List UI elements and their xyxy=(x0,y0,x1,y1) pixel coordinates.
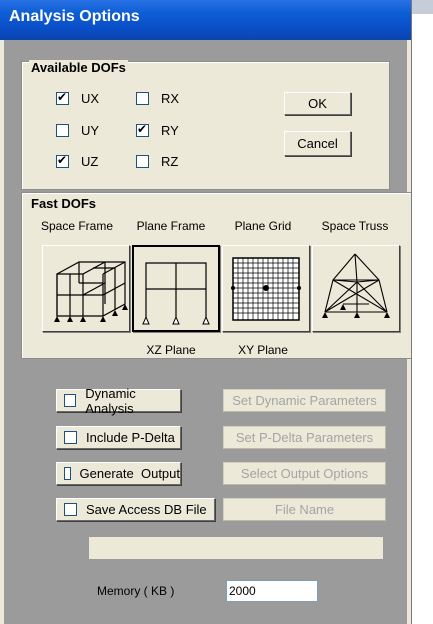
xy-plane-caption: XY Plane xyxy=(238,343,288,357)
dof-uz-checkbox[interactable]: UZ xyxy=(56,153,99,169)
rz-checkbox-box[interactable] xyxy=(136,155,149,168)
ry-checkbox-box[interactable] xyxy=(136,122,149,137)
ux-checkbox-box[interactable] xyxy=(56,90,69,105)
dynamic-analysis-checkbox[interactable]: Dynamic Analysis xyxy=(56,386,181,416)
include-pdelta-checkbox[interactable]: Include P-Delta xyxy=(56,426,181,449)
uz-label: UZ xyxy=(81,154,99,169)
rx-checkbox-box[interactable] xyxy=(136,92,149,105)
memory-label: Memory ( KB ) xyxy=(97,584,175,598)
save-access-db-checkbox[interactable]: Save Access DB File xyxy=(56,498,215,521)
memory-input[interactable]: 2000 xyxy=(226,580,318,602)
fast-dofs-label: Fast DOFs xyxy=(29,196,99,211)
plane-grid-caption: Plane Grid xyxy=(234,219,292,233)
dof-ry-checkbox[interactable]: RY xyxy=(136,122,179,138)
dynamic-analysis-box[interactable] xyxy=(64,394,77,407)
generate-output-checkbox[interactable]: Generate Output xyxy=(56,462,181,485)
plane-grid-button[interactable] xyxy=(222,245,310,332)
set-pdelta-parameters-button[interactable]: Set P-Delta Parameters xyxy=(223,426,386,449)
available-dofs-label: Available DOFs xyxy=(29,60,128,75)
dof-rz-checkbox[interactable]: RZ xyxy=(136,154,178,169)
space-frame-button[interactable] xyxy=(42,245,130,332)
ry-label: RY xyxy=(161,123,179,138)
uz-checkbox-box[interactable] xyxy=(56,153,69,168)
dof-rx-checkbox[interactable]: RX xyxy=(136,91,179,106)
rz-label: RZ xyxy=(161,154,179,169)
ux-label: UX xyxy=(81,91,100,106)
file-name-button[interactable]: File Name xyxy=(223,498,386,521)
dof-ux-checkbox[interactable]: UX xyxy=(56,90,100,106)
uy-label: UY xyxy=(81,123,100,138)
title-bar[interactable]: Analysis Options xyxy=(0,0,411,40)
progress-bar xyxy=(88,536,384,560)
background-fragment xyxy=(412,0,433,14)
include-pdelta-label: Include P-Delta xyxy=(86,430,175,445)
space-frame-caption: Space Frame xyxy=(40,219,114,233)
cancel-button[interactable]: Cancel xyxy=(284,131,351,156)
save-access-db-box[interactable] xyxy=(64,503,77,516)
dof-uy-checkbox[interactable]: UY xyxy=(56,123,99,138)
plane-grid-icon xyxy=(231,257,301,321)
rx-label: RX xyxy=(161,91,180,106)
window-title: Analysis Options xyxy=(9,8,140,25)
generate-output-label: Generate Output xyxy=(79,466,180,481)
background-strip xyxy=(412,0,433,624)
plane-frame-icon xyxy=(142,262,210,325)
plane-frame-button[interactable] xyxy=(132,245,220,332)
xz-plane-caption: XZ Plane xyxy=(146,343,196,357)
available-dofs-group: Available DOFs UX RX UY RY UZ xyxy=(21,60,390,190)
uy-checkbox-box[interactable] xyxy=(56,124,69,137)
plane-frame-caption: Plane Frame xyxy=(136,219,206,233)
space-truss-button[interactable] xyxy=(312,245,400,332)
space-frame-icon xyxy=(54,261,128,322)
dynamic-analysis-label: Dynamic Analysis xyxy=(85,385,136,416)
space-truss-caption: Space Truss xyxy=(321,219,389,233)
space-truss-icon xyxy=(322,253,390,318)
set-dynamic-parameters-button[interactable]: Set Dynamic Parameters xyxy=(223,389,386,412)
include-pdelta-box[interactable] xyxy=(64,431,77,444)
generate-output-box[interactable] xyxy=(64,467,71,480)
select-output-options-button[interactable]: Select Output Options xyxy=(223,462,386,485)
analysis-options-window: Analysis Options Available DOFs UX RX UY… xyxy=(0,0,412,624)
save-access-db-label: Save Access DB File xyxy=(86,502,207,517)
ok-button[interactable]: OK xyxy=(284,92,351,115)
